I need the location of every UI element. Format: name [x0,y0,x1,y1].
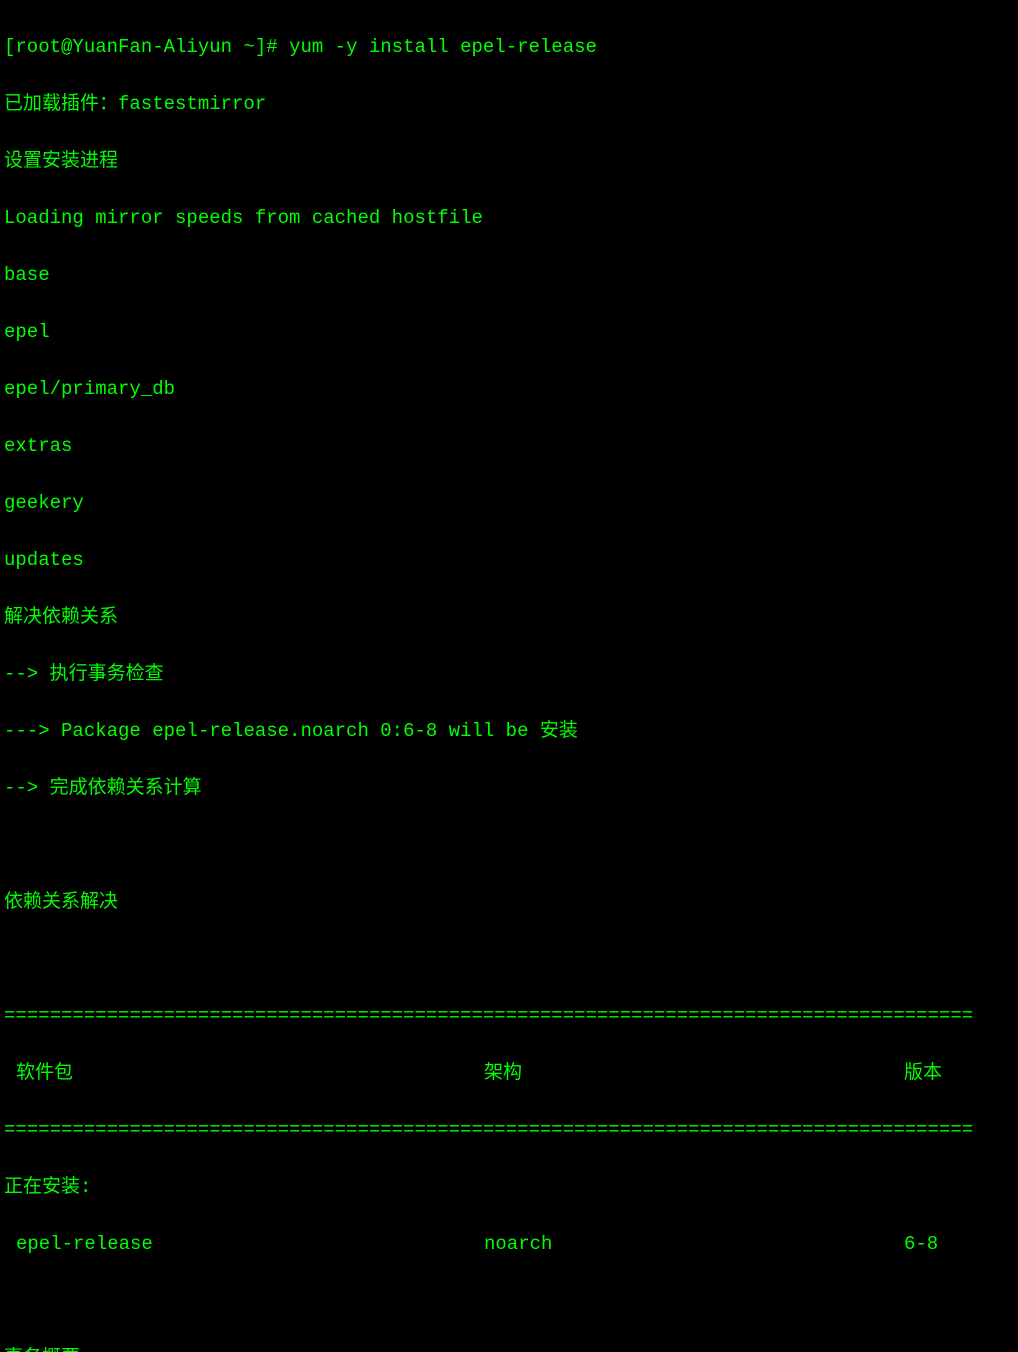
cell-arch: noarch [484,1230,904,1259]
output-line: ---> Package epel-release.noarch 0:6-8 w… [4,717,1014,746]
output-line: geekery [4,489,1014,518]
output-line: Loading mirror speeds from cached hostfi… [4,204,1014,233]
shell-prompt: [root@YuanFan-Aliyun ~]# [4,36,278,58]
output-line: --> 完成依赖关系计算 [4,774,1014,803]
summary-label: 事务概要 [4,1344,1014,1352]
table-separator: ========================================… [4,1116,1014,1145]
output-line [4,945,1014,974]
output-line: updates [4,546,1014,575]
output-line: 依赖关系解决 [4,888,1014,917]
header-arch: 架构 [484,1059,904,1088]
output-line: 已加载插件：fastestmirror [4,90,1014,119]
shell-command: yum -y install epel-release [289,36,597,58]
table-header-row: 软件包架构版本 [4,1059,1014,1088]
output-line: extras [4,432,1014,461]
blank-line [4,1287,1014,1316]
terminal-output: [root@YuanFan-Aliyun ~]# yum -y install … [4,4,1014,1352]
installing-label: 正在安装: [4,1173,1014,1202]
header-version: 版本 [904,1059,1014,1088]
output-line [4,831,1014,860]
table-separator: ========================================… [4,1002,1014,1031]
command-line: [root@YuanFan-Aliyun ~]# yum -y install … [4,33,1014,62]
output-line: base [4,261,1014,290]
output-line: epel [4,318,1014,347]
cell-package: epel-release [4,1230,484,1259]
cell-version: 6-8 [904,1230,1014,1259]
output-line: epel/primary_db [4,375,1014,404]
table-row: epel-releasenoarch6-8 [4,1230,1014,1259]
output-line: 解决依赖关系 [4,603,1014,632]
output-line: 设置安装进程 [4,147,1014,176]
output-line: --> 执行事务检查 [4,660,1014,689]
header-package: 软件包 [4,1059,484,1088]
